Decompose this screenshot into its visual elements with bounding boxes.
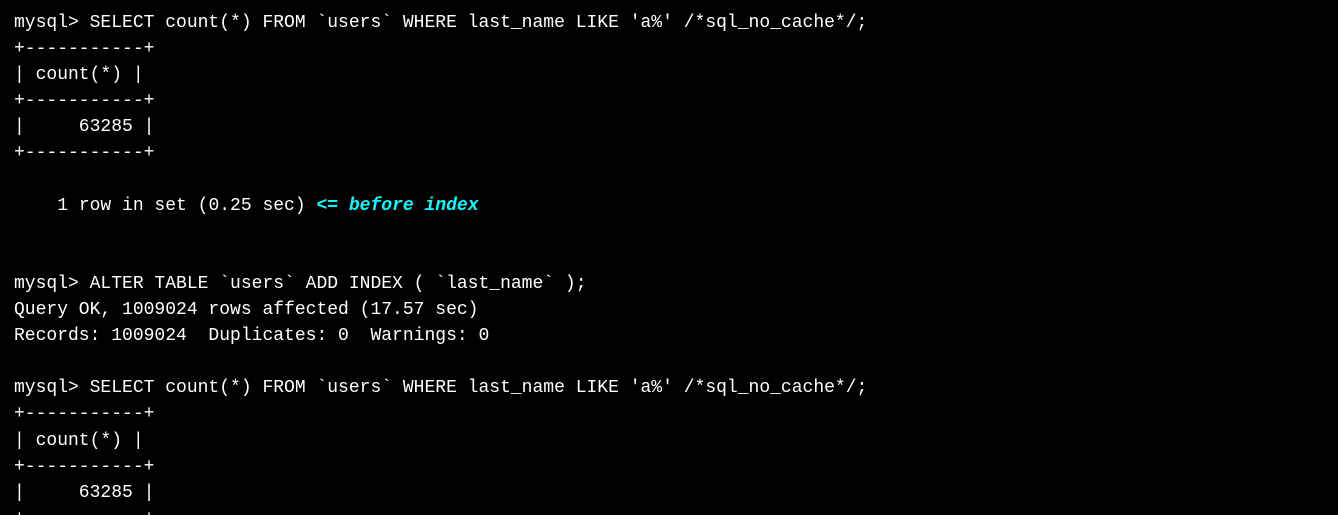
- line-3: | count(*) |: [14, 62, 1324, 88]
- line-2: +-----------+: [14, 36, 1324, 62]
- line-6: +-----------+: [14, 140, 1324, 166]
- line-8: [14, 245, 1324, 271]
- line-7-prefix: 1 row in set (0.25 sec): [57, 196, 316, 216]
- line-16: +-----------+: [14, 454, 1324, 480]
- line-17: | 63285 |: [14, 480, 1324, 506]
- line-1: mysql> SELECT count(*) FROM `users` WHER…: [14, 10, 1324, 36]
- line-12: [14, 349, 1324, 375]
- line-9: mysql> ALTER TABLE `users` ADD INDEX ( `…: [14, 271, 1324, 297]
- line-14: +-----------+: [14, 401, 1324, 427]
- line-10: Query OK, 1009024 rows affected (17.57 s…: [14, 297, 1324, 323]
- line-7: 1 row in set (0.25 sec) <= before index: [14, 167, 1324, 245]
- line-18: +-----------+: [14, 506, 1324, 515]
- before-index-label: <= before index: [316, 196, 478, 216]
- line-4: +-----------+: [14, 88, 1324, 114]
- line-5: | 63285 |: [14, 114, 1324, 140]
- line-15: | count(*) |: [14, 428, 1324, 454]
- line-13: mysql> SELECT count(*) FROM `users` WHER…: [14, 375, 1324, 401]
- terminal-window: mysql> SELECT count(*) FROM `users` WHER…: [0, 0, 1338, 515]
- line-11: Records: 1009024 Duplicates: 0 Warnings:…: [14, 323, 1324, 349]
